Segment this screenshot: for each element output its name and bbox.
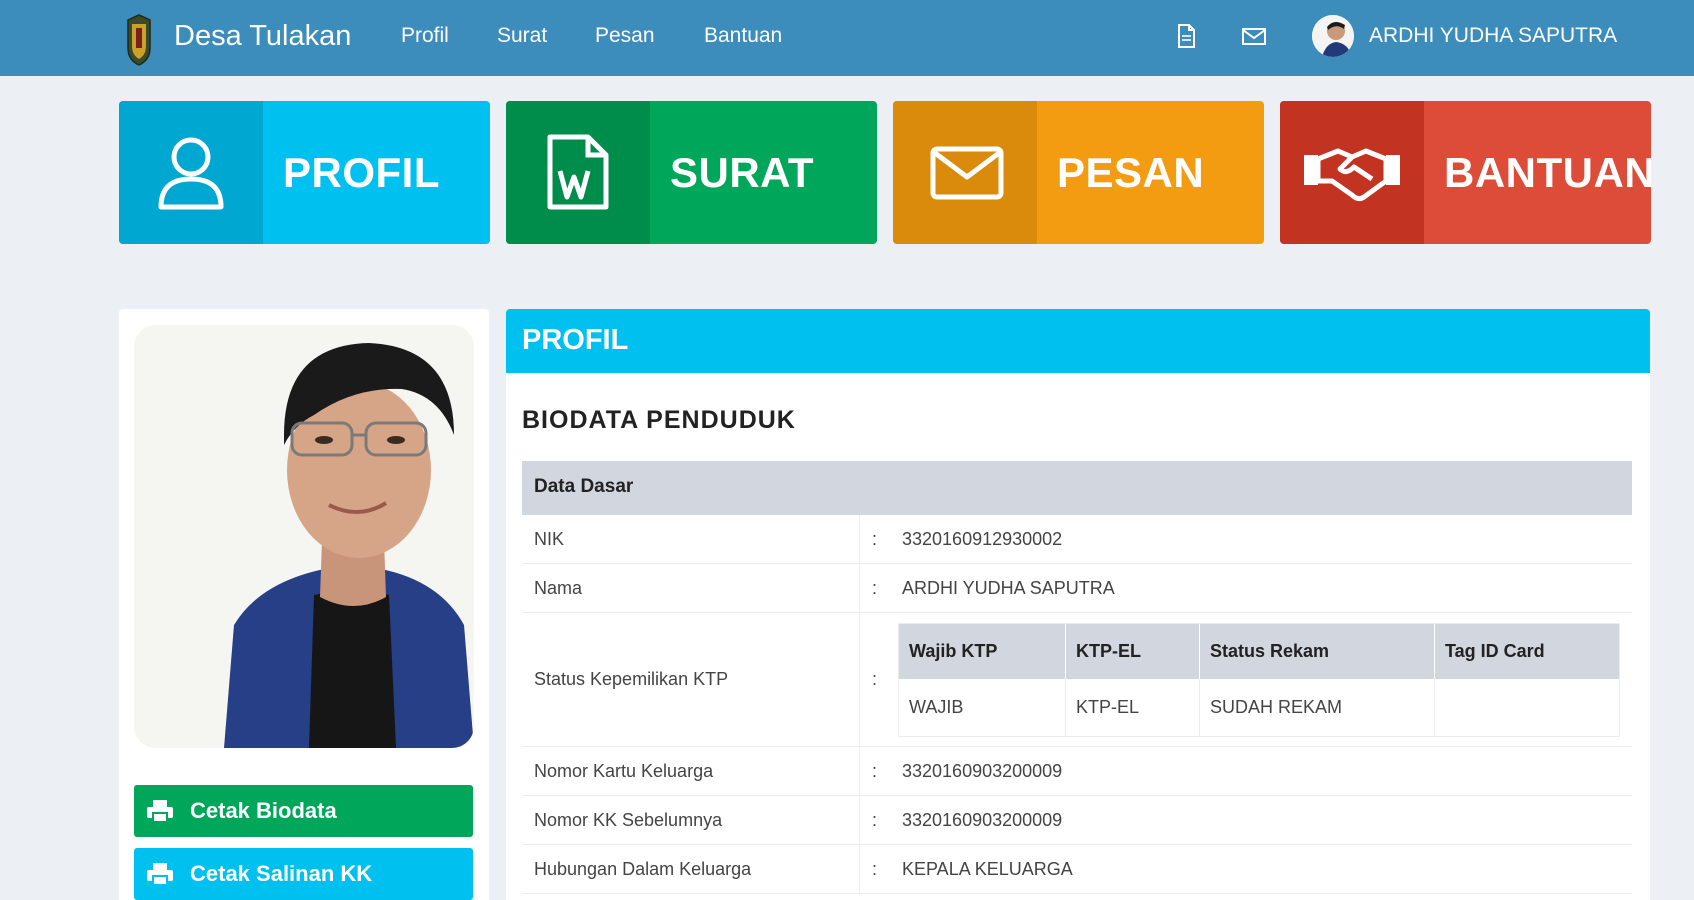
row-separator: : bbox=[872, 859, 878, 879]
tile-pesan-icon-box bbox=[893, 101, 1037, 244]
row-label: Nomor Kartu Keluarga bbox=[534, 761, 714, 781]
user-icon bbox=[158, 137, 224, 210]
ktp-header-cell: Tag ID Card bbox=[1435, 624, 1619, 679]
table-row: Nomor KK Sebelumnya : 3320160903200009 bbox=[522, 796, 1632, 845]
profile-photo bbox=[134, 325, 474, 748]
ktp-value-cell bbox=[1435, 679, 1619, 737]
top-navbar: Desa Tulakan Profil Surat Pesan Bantuan … bbox=[0, 0, 1694, 76]
table-row: Nama : ARDHI YUDHA SAPUTRA bbox=[522, 564, 1632, 613]
village-emblem-icon[interactable] bbox=[125, 14, 153, 66]
word-document-icon bbox=[547, 134, 609, 210]
panel-title: PROFIL bbox=[522, 324, 629, 356]
nav-bantuan[interactable]: Bantuan bbox=[704, 22, 782, 50]
tile-surat-icon-box bbox=[506, 101, 650, 244]
row-label: NIK bbox=[534, 529, 565, 549]
row-value: ARDHI YUDHA SAPUTRA bbox=[902, 578, 1115, 598]
row-value: 3320160912930002 bbox=[902, 529, 1063, 549]
tile-surat-label: SURAT bbox=[670, 149, 815, 196]
row-separator: : bbox=[872, 669, 878, 689]
row-label: Hubungan Dalam Keluarga bbox=[534, 859, 752, 879]
tile-pesan-label: PESAN bbox=[1057, 149, 1205, 196]
table-row: Status Kepemilikan KTP : Wajib KTP KTP-E… bbox=[522, 613, 1632, 747]
user-avatar[interactable] bbox=[1312, 15, 1354, 57]
print-biodata-button[interactable]: Cetak Biodata bbox=[134, 785, 473, 837]
print-biodata-label: Cetak Biodata bbox=[190, 798, 337, 823]
row-value: KEPALA KELUARGA bbox=[902, 859, 1073, 879]
tile-profil[interactable]: PROFIL bbox=[119, 101, 490, 244]
row-value: 3320160903200009 bbox=[902, 810, 1063, 830]
document-icon[interactable] bbox=[1172, 22, 1200, 50]
envelope-icon[interactable] bbox=[1240, 22, 1268, 50]
row-label: Nama bbox=[534, 578, 583, 598]
tile-surat[interactable]: SURAT bbox=[506, 101, 877, 244]
row-value: 3320160903200009 bbox=[902, 761, 1063, 781]
profile-photo-card: Cetak Biodata Cetak Salinan KK bbox=[119, 309, 489, 900]
ktp-value-cell: SUDAH REKAM bbox=[1200, 679, 1435, 737]
printer-icon bbox=[147, 800, 173, 823]
table-row: NIK : 3320160912930002 bbox=[522, 515, 1632, 564]
handshake-icon bbox=[1304, 148, 1400, 202]
envelope-icon bbox=[930, 146, 1004, 200]
profile-panel: PROFIL BIODATA PENDUDUK Data Dasar NIK :… bbox=[506, 309, 1650, 900]
tile-bantuan-icon-box bbox=[1280, 101, 1424, 244]
tile-profil-icon-box bbox=[119, 101, 263, 244]
table-header-label: Data Dasar bbox=[534, 476, 634, 497]
printer-icon bbox=[147, 863, 173, 886]
ktp-value-cell: KTP-EL bbox=[1066, 679, 1200, 737]
tile-bantuan[interactable]: BANTUAN bbox=[1280, 101, 1651, 244]
brand-name[interactable]: Desa Tulakan bbox=[174, 18, 351, 54]
panel-header: PROFIL bbox=[506, 309, 1650, 373]
row-label: Nomor KK Sebelumnya bbox=[534, 810, 723, 830]
row-separator: : bbox=[872, 578, 878, 598]
tile-bantuan-label: BANTUAN bbox=[1444, 149, 1651, 196]
ktp-value-cell: WAJIB bbox=[899, 679, 1066, 737]
nav-pesan[interactable]: Pesan bbox=[595, 22, 655, 50]
ktp-header-cell: Status Rekam bbox=[1200, 624, 1434, 679]
row-label: Status Kepemilikan KTP bbox=[534, 669, 729, 689]
table-row: Hubungan Dalam Keluarga : KEPALA KELUARG… bbox=[522, 845, 1632, 894]
nav-surat[interactable]: Surat bbox=[497, 22, 547, 50]
row-separator: : bbox=[872, 761, 878, 781]
ktp-status-table: Wajib KTP KTP-EL Status Rekam Tag ID Car… bbox=[898, 623, 1620, 737]
nav-profil[interactable]: Profil bbox=[401, 22, 449, 50]
table-row: Nomor Kartu Keluarga : 3320160903200009 bbox=[522, 747, 1632, 796]
ktp-header-cell: KTP-EL bbox=[1066, 624, 1199, 679]
print-kk-label: Cetak Salinan KK bbox=[190, 861, 373, 886]
section-title: BIODATA PENDUDUK bbox=[522, 406, 796, 434]
user-name[interactable]: ARDHI YUDHA SAPUTRA bbox=[1369, 22, 1617, 50]
tile-pesan[interactable]: PESAN bbox=[893, 101, 1264, 244]
ktp-header-cell: Wajib KTP bbox=[899, 624, 1065, 679]
tile-profil-label: PROFIL bbox=[283, 149, 440, 196]
print-kk-button[interactable]: Cetak Salinan KK bbox=[134, 848, 473, 900]
row-separator: : bbox=[872, 810, 878, 830]
table-header: Data Dasar bbox=[522, 461, 1632, 515]
row-separator: : bbox=[872, 529, 878, 549]
